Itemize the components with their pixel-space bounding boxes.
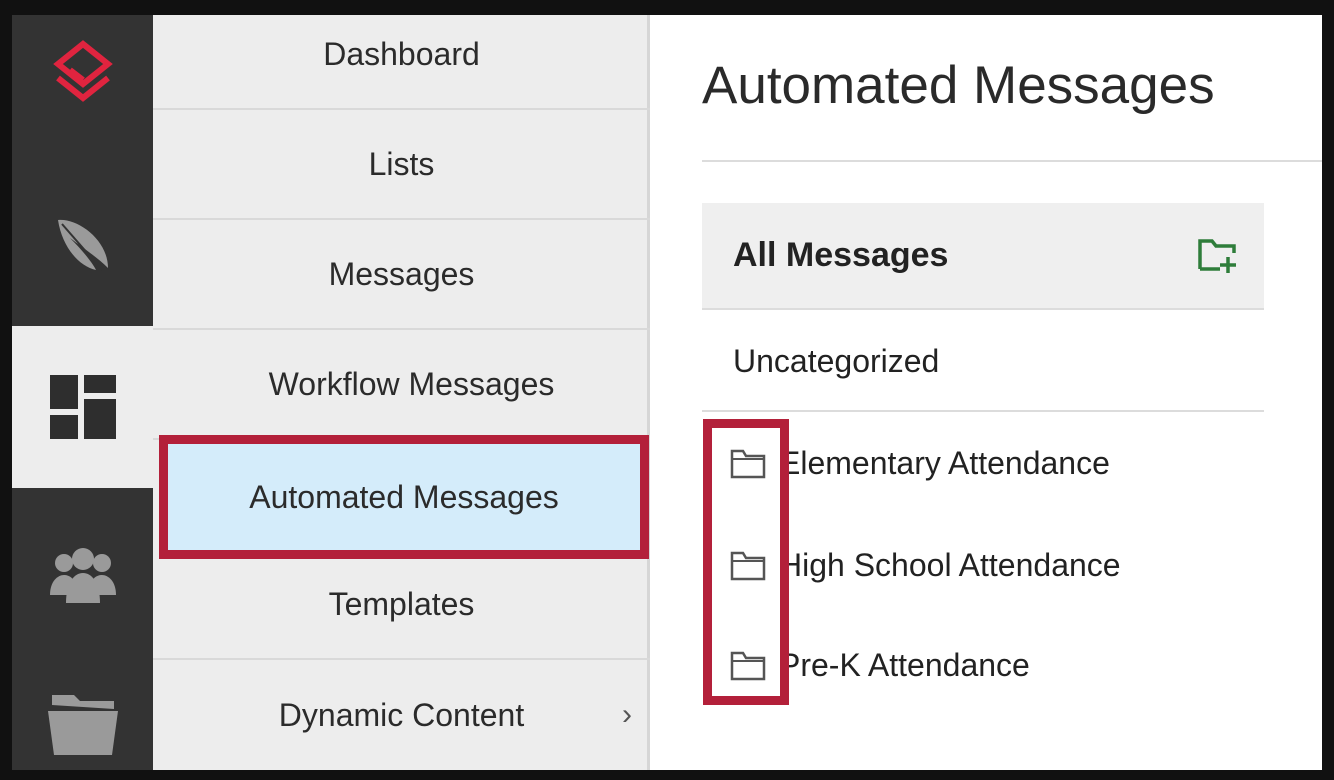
nav-item-templates[interactable]: Templates xyxy=(153,550,650,660)
uncategorized-label: Uncategorized xyxy=(733,342,940,379)
all-messages-row[interactable]: All Messages xyxy=(702,203,1264,310)
folder-icon xyxy=(730,651,766,681)
nav-item-lists[interactable]: Lists xyxy=(153,110,650,220)
new-folder-icon[interactable] xyxy=(1198,237,1238,273)
folder-icon xyxy=(730,449,766,479)
dashboard-grid-icon xyxy=(49,375,116,439)
folder-row[interactable]: Pre-K Attendance xyxy=(702,635,1264,695)
rail-item-users[interactable] xyxy=(12,515,153,635)
folder-icon xyxy=(730,551,766,581)
nav-item-label: Workflow Messages xyxy=(268,365,555,402)
all-messages-label: All Messages xyxy=(733,236,949,274)
rail-item-compose[interactable] xyxy=(12,175,153,315)
logo[interactable] xyxy=(12,15,153,135)
rail-item-dashboard[interactable] xyxy=(12,326,153,488)
page-title: Automated Messages xyxy=(702,56,1215,115)
nav-item-label: Lists xyxy=(368,145,435,182)
divider xyxy=(702,160,1322,162)
logo-icon xyxy=(52,40,113,102)
nav-item-label: Messages xyxy=(328,255,475,292)
rail-item-files[interactable] xyxy=(12,685,153,770)
folder-row[interactable]: High School Attendance xyxy=(702,535,1264,595)
chevron-right-icon: › xyxy=(622,698,632,731)
folder-icon xyxy=(47,695,118,755)
nav-item-dynamic-content[interactable]: Dynamic Content › xyxy=(153,660,650,770)
nav-item-label: Dynamic Content xyxy=(278,696,525,733)
icon-rail xyxy=(12,15,153,770)
folder-label: Pre-K Attendance xyxy=(779,646,1030,683)
nav-item-workflow-messages[interactable]: Workflow Messages xyxy=(153,330,650,440)
feather-icon xyxy=(57,219,108,271)
nav-item-label: Automated Messages xyxy=(249,478,559,515)
folder-row[interactable]: Elementary Attendance xyxy=(702,433,1264,493)
folder-label: High School Attendance xyxy=(779,546,1121,583)
users-group-icon xyxy=(49,548,116,603)
secondary-nav: Dashboard Lists Messages Workflow Messag… xyxy=(153,15,650,770)
uncategorized-row[interactable]: Uncategorized xyxy=(702,312,1264,412)
nav-item-label: Templates xyxy=(328,585,475,622)
app-window: Dashboard Lists Messages Workflow Messag… xyxy=(12,15,1322,770)
main-content: Automated Messages All Messages Uncatego… xyxy=(653,15,1322,770)
nav-item-dashboard[interactable]: Dashboard xyxy=(153,15,650,110)
nav-item-messages[interactable]: Messages xyxy=(153,220,650,330)
nav-item-automated-messages[interactable]: Automated Messages xyxy=(159,435,649,559)
nav-item-label: Dashboard xyxy=(323,35,480,72)
folder-label: Elementary Attendance xyxy=(779,444,1110,481)
